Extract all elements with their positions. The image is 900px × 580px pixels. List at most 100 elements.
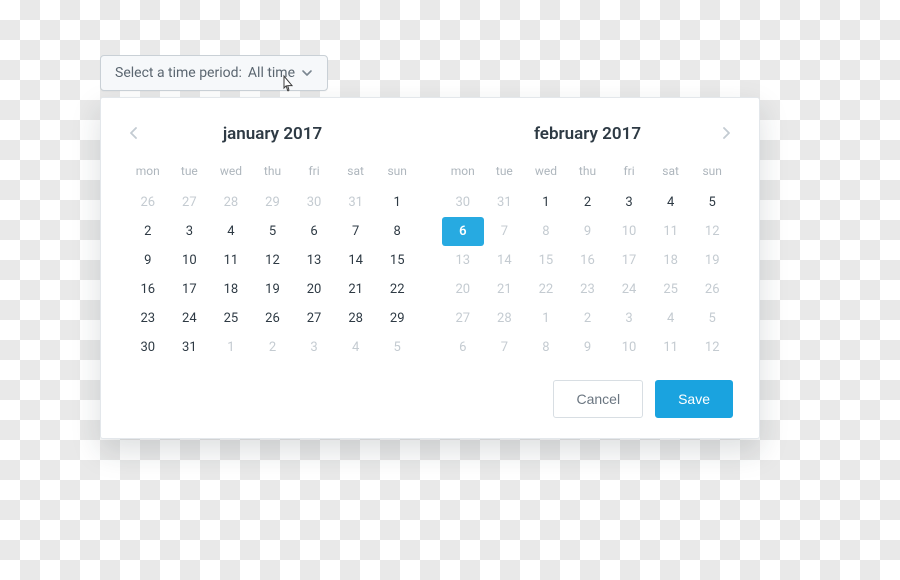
calendar-day[interactable]: 26 <box>691 275 733 304</box>
calendar-month: january 2017montuewedthufrisatsun2627282… <box>127 120 418 362</box>
calendar-day[interactable]: 30 <box>127 333 169 362</box>
calendar-day[interactable]: 26 <box>252 304 294 333</box>
calendar-day[interactable]: 23 <box>567 275 609 304</box>
calendar-day[interactable]: 12 <box>252 246 294 275</box>
calendar-day[interactable]: 5 <box>376 333 418 362</box>
calendar-day[interactable]: 7 <box>484 333 526 362</box>
calendar-day[interactable]: 2 <box>567 304 609 333</box>
calendar-day[interactable]: 27 <box>442 304 484 333</box>
calendar-day[interactable]: 11 <box>650 217 692 246</box>
calendar-day[interactable]: 16 <box>567 246 609 275</box>
next-month-button[interactable] <box>715 122 737 144</box>
calendar-day[interactable]: 13 <box>293 246 335 275</box>
calendar-day[interactable]: 21 <box>335 275 377 304</box>
calendar-day[interactable]: 9 <box>567 333 609 362</box>
calendar-day[interactable]: 1 <box>525 188 567 217</box>
time-period-dropdown[interactable]: Select a time period: All time <box>100 55 328 91</box>
calendar-day[interactable]: 4 <box>650 304 692 333</box>
calendar-day[interactable]: 30 <box>442 188 484 217</box>
calendar-day[interactable]: 28 <box>484 304 526 333</box>
calendar-day[interactable]: 2 <box>567 188 609 217</box>
cancel-button[interactable]: Cancel <box>553 380 643 418</box>
weekday-label: sat <box>650 158 692 188</box>
calendar-day[interactable]: 16 <box>127 275 169 304</box>
calendar-day[interactable]: 2 <box>127 217 169 246</box>
calendar-day[interactable]: 25 <box>210 304 252 333</box>
calendar-day[interactable]: 20 <box>442 275 484 304</box>
calendar-day[interactable]: 8 <box>525 217 567 246</box>
calendar-day[interactable]: 5 <box>691 304 733 333</box>
calendar-day[interactable]: 10 <box>608 333 650 362</box>
calendar-day[interactable]: 31 <box>169 333 211 362</box>
calendar-day[interactable]: 20 <box>293 275 335 304</box>
calendar-day[interactable]: 3 <box>608 188 650 217</box>
calendar-day[interactable]: 18 <box>210 275 252 304</box>
calendar-day[interactable]: 23 <box>127 304 169 333</box>
weekday-label: fri <box>293 158 335 188</box>
calendar-day[interactable]: 30 <box>293 188 335 217</box>
calendar-day[interactable]: 22 <box>525 275 567 304</box>
calendar-day[interactable]: 27 <box>169 188 211 217</box>
calendar-day[interactable]: 8 <box>525 333 567 362</box>
prev-month-button[interactable] <box>123 122 145 144</box>
calendar-day[interactable]: 1 <box>210 333 252 362</box>
calendar-day[interactable]: 17 <box>608 246 650 275</box>
calendar-day[interactable]: 28 <box>210 188 252 217</box>
calendar-day[interactable]: 12 <box>691 333 733 362</box>
calendar-day[interactable]: 7 <box>335 217 377 246</box>
calendar-day[interactable]: 4 <box>210 217 252 246</box>
calendar-day[interactable]: 3 <box>293 333 335 362</box>
calendar-day[interactable]: 7 <box>484 217 526 246</box>
calendar-day[interactable]: 1 <box>525 304 567 333</box>
calendar-day[interactable]: 4 <box>335 333 377 362</box>
calendar-day[interactable]: 26 <box>127 188 169 217</box>
calendar-grid: montuewedthufrisatsun3031123456789101112… <box>442 158 733 362</box>
calendar-day[interactable]: 6 <box>293 217 335 246</box>
calendar-day[interactable]: 15 <box>376 246 418 275</box>
calendar-day[interactable]: 9 <box>127 246 169 275</box>
calendar-day[interactable]: 29 <box>252 188 294 217</box>
calendar-day[interactable]: 27 <box>293 304 335 333</box>
calendar-day[interactable]: 24 <box>169 304 211 333</box>
calendar-day[interactable]: 10 <box>169 246 211 275</box>
calendar-day[interactable]: 28 <box>335 304 377 333</box>
calendar-day[interactable]: 14 <box>335 246 377 275</box>
calendar-day[interactable]: 25 <box>650 275 692 304</box>
calendar-day[interactable]: 3 <box>608 304 650 333</box>
calendar-day[interactable]: 4 <box>650 188 692 217</box>
calendar-day[interactable]: 5 <box>691 188 733 217</box>
calendar-day[interactable]: 21 <box>484 275 526 304</box>
calendar-day[interactable]: 13 <box>442 246 484 275</box>
calendar-day[interactable]: 19 <box>252 275 294 304</box>
weekday-label: wed <box>525 158 567 188</box>
save-button[interactable]: Save <box>655 380 733 418</box>
calendar-day[interactable]: 24 <box>608 275 650 304</box>
calendar-day[interactable]: 14 <box>484 246 526 275</box>
calendar-day[interactable]: 2 <box>252 333 294 362</box>
calendar-day[interactable]: 22 <box>376 275 418 304</box>
calendar-day[interactable]: 12 <box>691 217 733 246</box>
calendar-day[interactable]: 11 <box>650 333 692 362</box>
date-range-panel: january 2017montuewedthufrisatsun2627282… <box>100 97 760 439</box>
weekday-label: sun <box>691 158 733 188</box>
calendar-day[interactable]: 17 <box>169 275 211 304</box>
weekday-label: fri <box>608 158 650 188</box>
calendar-day[interactable]: 29 <box>376 304 418 333</box>
calendar-day[interactable]: 5 <box>252 217 294 246</box>
calendar-day[interactable]: 31 <box>484 188 526 217</box>
weekday-label: thu <box>252 158 294 188</box>
calendar-day[interactable]: 6 <box>442 333 484 362</box>
weekday-label: sat <box>335 158 377 188</box>
calendar-day[interactable]: 31 <box>335 188 377 217</box>
month-title: february 2017 <box>534 124 641 144</box>
calendar-day[interactable]: 18 <box>650 246 692 275</box>
calendar-day[interactable]: 19 <box>691 246 733 275</box>
calendar-day[interactable]: 15 <box>525 246 567 275</box>
calendar-day[interactable]: 1 <box>376 188 418 217</box>
calendar-day[interactable]: 8 <box>376 217 418 246</box>
calendar-day-selected[interactable]: 6 <box>442 217 484 246</box>
calendar-day[interactable]: 3 <box>169 217 211 246</box>
calendar-day[interactable]: 10 <box>608 217 650 246</box>
calendar-day[interactable]: 11 <box>210 246 252 275</box>
calendar-day[interactable]: 9 <box>567 217 609 246</box>
